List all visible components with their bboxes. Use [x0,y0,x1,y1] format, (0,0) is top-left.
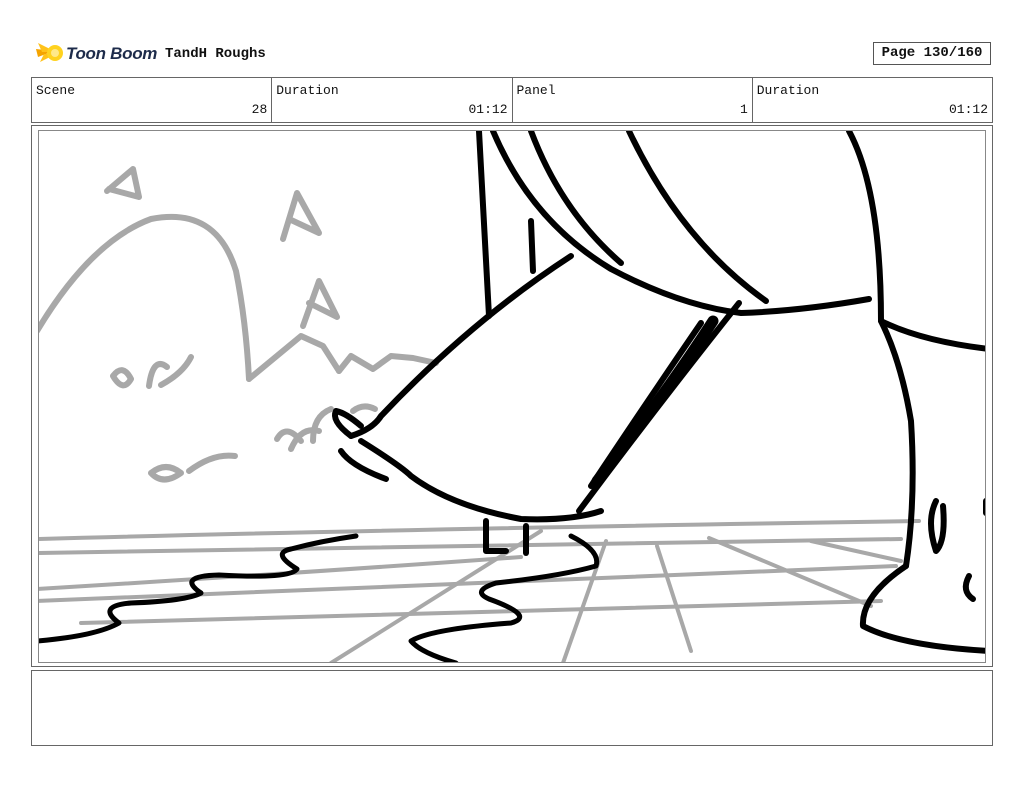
panel-duration-label: Duration [756,83,820,98]
panel-duration-cell: Duration 01:12 [753,78,992,122]
scene-duration-label: Duration [276,83,339,98]
scene-duration-value: 01:12 [468,102,508,117]
page-indicator: Page 130/160 [873,42,991,65]
project-title: TandH Roughs [165,46,266,62]
scene-value: 28 [251,102,268,117]
panel-value: 1 [739,102,748,117]
panel-notes-box[interactable] [31,670,993,746]
panel-duration-value: 01:12 [948,102,988,117]
scene-cell: Scene 28 [32,78,273,122]
storyboard-drawing [38,130,986,663]
panel-label: Panel [516,83,556,98]
panel-cell: Panel 1 [513,78,753,122]
scene-duration-cell: Duration 01:12 [272,78,513,122]
sketch-drawing [39,131,985,662]
panel-info-row: Scene 28 Duration 01:12 Panel 1 Duration… [31,77,993,123]
logo-text: Toon Boom [66,44,158,63]
scene-label: Scene [36,83,76,98]
